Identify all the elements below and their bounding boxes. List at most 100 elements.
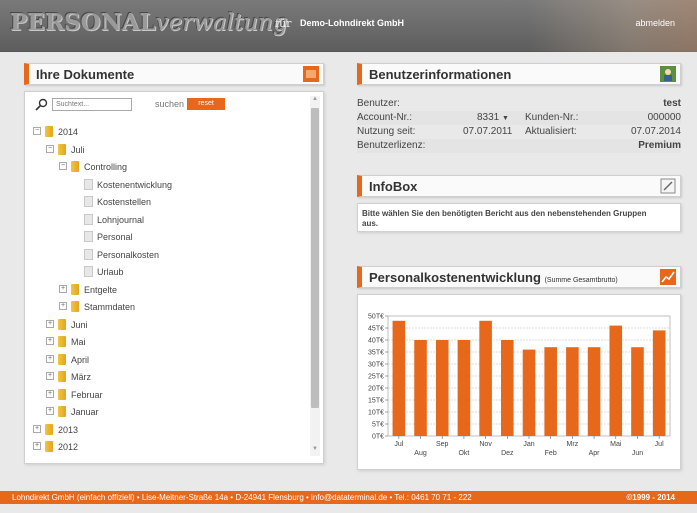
expand-icon[interactable]: + xyxy=(46,337,54,345)
reset-button[interactable]: reset xyxy=(187,98,225,110)
aktualisiert-label: Aktualisiert: xyxy=(525,126,577,137)
chart-subtitle: (Summe Gesamtbrutto) xyxy=(544,277,618,284)
scroll-up-arrow-icon[interactable]: ▲ xyxy=(310,96,320,106)
chart-panel: 0T€ 5T€ 10T€ 15T€ 20T€ 25T€ 30T€ 35T€ 40T€ 45T€ 50… xyxy=(357,294,681,470)
logo-part2: verwaltung xyxy=(155,10,288,36)
expand-icon[interactable]: + xyxy=(59,302,67,310)
folder-icon xyxy=(71,301,79,312)
tree-node-label: Personal xyxy=(97,232,133,242)
company-name: Demo-Lohndirekt GmbH xyxy=(300,18,405,28)
cost-bar-chart: 0T€ 5T€ 10T€ 15T€ 20T€ 25T€ 30T€ 35T€ 40T€ 45T€ 50… xyxy=(368,314,671,457)
tree-node-label: Stammdaten xyxy=(84,302,136,312)
bar xyxy=(544,347,557,436)
account-label: Account-Nr.: xyxy=(357,112,413,123)
expand-icon[interactable]: + xyxy=(46,372,54,380)
footer-copyright: ©1999 - 2014 xyxy=(626,493,675,502)
documents-panel-header: Ihre Dokumente xyxy=(24,63,324,85)
bar xyxy=(479,320,492,436)
tree-node-label: Februar xyxy=(71,389,103,400)
row-lizenz: Benutzerlizenz: Premium xyxy=(357,139,681,153)
y-tick-label: 0T€ xyxy=(372,434,384,441)
tree-node-label: Mai xyxy=(71,337,86,347)
x-tick-label: Aug xyxy=(414,450,427,457)
tree-node-label: März xyxy=(71,372,91,382)
folder-icon xyxy=(58,318,66,330)
x-tick-label: Jul xyxy=(655,441,664,448)
bar xyxy=(501,340,514,436)
x-tick-label: Mrz xyxy=(567,441,579,448)
expand-icon[interactable]: + xyxy=(33,442,41,450)
row-benutzer: Benutzer: test xyxy=(357,97,681,111)
aktualisiert-value: 07.07.2014 xyxy=(630,126,681,137)
documents-panel-icon[interactable] xyxy=(303,66,319,82)
y-tick-label: 15T€ xyxy=(368,398,384,405)
x-tick-label: Okt xyxy=(458,450,469,457)
documents-panel: suchen reset −2014−Juli−ControllingKoste… xyxy=(24,91,324,464)
collapse-icon[interactable]: − xyxy=(46,144,54,153)
bar xyxy=(392,320,406,436)
x-tick-label: Jun xyxy=(632,450,643,457)
document-icon xyxy=(84,178,93,190)
nutzung-label: Nutzung seit: xyxy=(357,126,416,137)
tree-node-label: Controlling xyxy=(84,162,128,172)
tree-scrollbar[interactable]: ▲ ▼ xyxy=(310,96,320,456)
expand-icon[interactable]: + xyxy=(46,389,54,398)
nutzung-value: 07.07.2011 xyxy=(463,126,513,137)
user-info-body: Benutzer: test Account-Nr.: 8331 ▼ Kunde… xyxy=(357,97,681,163)
tree-node-label: Personalkosten xyxy=(97,249,160,260)
expand-icon[interactable]: + xyxy=(33,424,41,433)
collapse-icon[interactable]: − xyxy=(59,162,67,170)
expand-icon[interactable]: + xyxy=(46,407,54,415)
y-tick-label: 30T€ xyxy=(368,362,384,369)
expand-icon[interactable]: + xyxy=(59,284,67,293)
document-icon xyxy=(84,231,93,242)
y-tick-label: 45T€ xyxy=(368,326,384,333)
user-info-icon xyxy=(660,66,676,82)
kunden-label: Kunden-Nr.: xyxy=(525,112,579,123)
footer: Lohndirekt GmbH (einfach offiziell) • Li… xyxy=(0,491,697,504)
expand-icon[interactable]: + xyxy=(46,354,54,363)
expand-icon[interactable]: + xyxy=(46,319,54,328)
scroll-down-arrow-icon[interactable]: ▼ xyxy=(310,446,320,456)
bar xyxy=(522,349,536,436)
infobox-panel: Bitte wählen Sie den benötigten Bericht … xyxy=(357,203,681,232)
tree-node-label: Urlaub xyxy=(97,267,124,277)
bar xyxy=(631,347,644,436)
logo-part1: PERSONAL xyxy=(10,9,156,36)
note-icon xyxy=(660,178,676,194)
document-icon xyxy=(84,248,93,260)
benutzer-label: Benutzer: xyxy=(357,98,400,109)
scroll-thumb[interactable] xyxy=(311,108,319,408)
bar xyxy=(652,330,666,436)
y-tick-label: 20T€ xyxy=(368,386,384,393)
tree-node-label: 2014 xyxy=(58,127,79,137)
search-input[interactable] xyxy=(52,98,132,111)
folder-icon xyxy=(58,406,66,417)
x-tick-label: Mai xyxy=(610,441,622,448)
folder-icon xyxy=(45,126,53,137)
chart-title-wrap: Personalkostenentwicklung (Summe Gesamtb… xyxy=(369,270,618,285)
documents-title: Ihre Dokumente xyxy=(36,67,135,82)
kunden-value: 000000 xyxy=(647,112,681,123)
bar xyxy=(457,340,471,436)
collapse-icon[interactable]: − xyxy=(33,127,41,135)
x-tick-label: Sep xyxy=(436,441,449,448)
logo-fuer: für xyxy=(275,17,292,30)
tree-node-label: 2013 xyxy=(58,424,79,435)
logout-link[interactable]: abmelden xyxy=(635,18,675,28)
chart-icon[interactable] xyxy=(660,269,676,285)
bar xyxy=(609,325,623,436)
account-dropdown-icon[interactable]: ▼ xyxy=(502,115,509,122)
tree-node-label: Juli xyxy=(71,144,85,155)
chart-panel-header: Personalkostenentwicklung (Summe Gesamtb… xyxy=(357,266,681,288)
row-nutzung: Nutzung seit: 07.07.2011 Aktualisiert: 0… xyxy=(357,125,681,139)
app-header: PERSONALverwaltung für Demo-Lohndirekt G… xyxy=(0,0,697,52)
search-button[interactable]: suchen xyxy=(155,99,184,109)
folder-icon xyxy=(58,336,66,347)
tree-node-label: April xyxy=(71,354,90,365)
app-logo: PERSONALverwaltung xyxy=(10,9,288,36)
lizenz-value: Premium xyxy=(638,140,681,151)
folder-icon xyxy=(58,143,66,155)
account-value[interactable]: 8331 ▼ xyxy=(477,112,509,123)
x-tick-label: Feb xyxy=(545,450,557,457)
